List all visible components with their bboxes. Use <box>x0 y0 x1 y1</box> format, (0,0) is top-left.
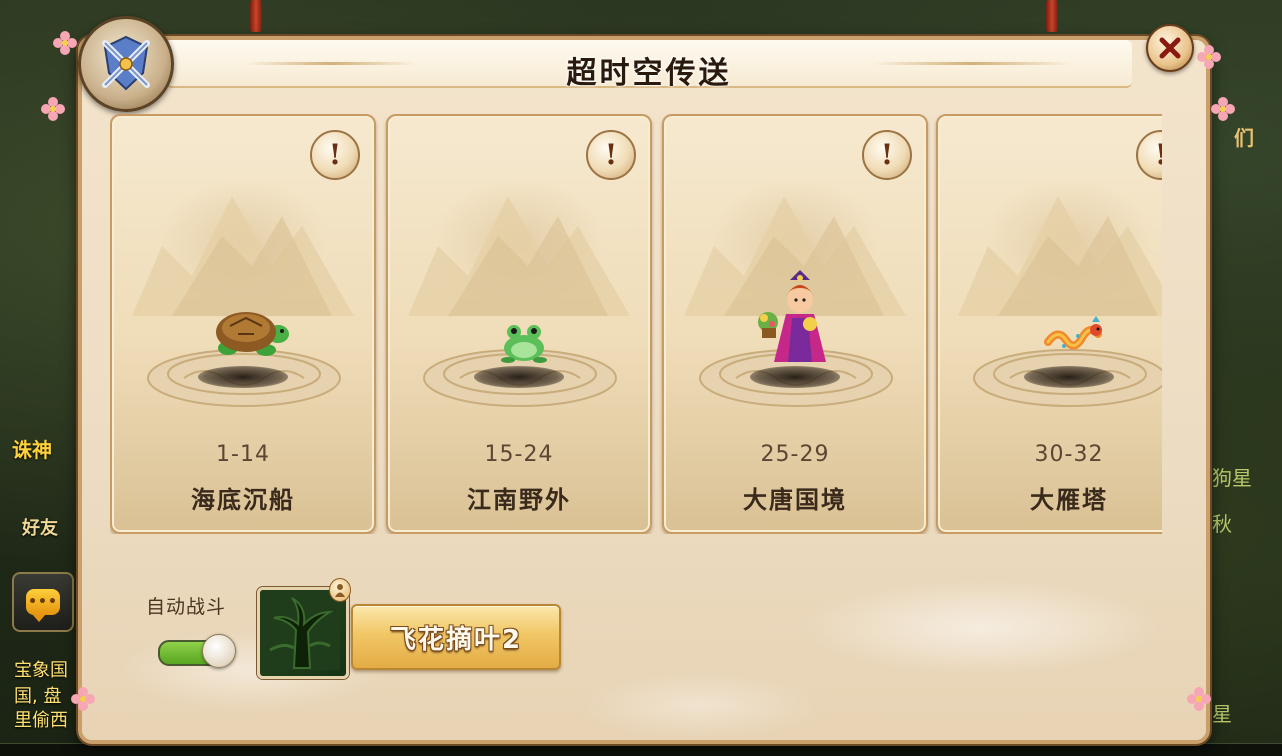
flower-decoration-right <box>1211 97 1235 121</box>
auto-battle-label: 自动战斗 <box>146 596 227 618</box>
red-pillar-right <box>1046 0 1058 32</box>
map-level-range: 30-32 <box>1034 442 1104 467</box>
info-button[interactable]: ! <box>586 130 636 180</box>
creature-shadow <box>198 366 288 388</box>
map-card-dayan-ta[interactable]: ! 30-32 大雁塔 <box>936 114 1162 534</box>
chat-button[interactable]: ••• <box>12 572 74 632</box>
toggle-knob <box>202 634 236 668</box>
info-button[interactable]: ! <box>862 130 912 180</box>
mountain-backdrop <box>132 196 354 316</box>
close-x-icon <box>1159 37 1181 59</box>
title-bar: 超时空传送 <box>166 40 1132 91</box>
bottom-status-bar <box>0 743 1282 756</box>
map-card-haidi-chenchuan[interactable]: ! 1-14 海底沉船 <box>110 114 376 534</box>
bg-chat-line-1: 宝象国 <box>14 660 68 681</box>
map-card-list[interactable]: ! 1-14 海底沉船 ! 15-24 江南野外 ! 25-29 大唐国境 30… <box>110 114 1162 534</box>
close-button[interactable] <box>1146 24 1194 72</box>
mountain-backdrop <box>408 196 630 316</box>
info-button[interactable]: ! <box>310 130 360 180</box>
flower-decoration-bottom-left <box>71 687 95 711</box>
bg-chat-line-3: 里偷西 <box>14 710 68 731</box>
flower-decoration-top-right <box>1197 45 1221 69</box>
bg-chat-line-2: 国, 盘 <box>14 686 62 707</box>
emblem-graphic <box>102 35 150 91</box>
creature-shadow <box>474 366 564 388</box>
map-name: 江南野外 <box>467 486 571 514</box>
auto-battle-toggle[interactable] <box>158 634 236 668</box>
bg-text-right-3: 星 <box>1212 702 1232 726</box>
bg-text-right-4: 们 <box>1234 126 1254 150</box>
bg-text-right-2: 秋 <box>1212 512 1232 536</box>
creature-shadow <box>1024 366 1114 388</box>
red-pillar-left <box>250 0 262 32</box>
panel-title: 超时空传送 <box>566 56 732 91</box>
exclamation-icon: ! <box>880 138 894 171</box>
turtle-sprite-icon <box>216 312 289 356</box>
skill-name: 飞花摘叶2 <box>389 624 523 655</box>
mountain-backdrop <box>958 196 1162 316</box>
map-name: 大雁塔 <box>1030 486 1108 514</box>
bg-text-zhushen: 诛神 <box>12 438 52 462</box>
map-card-datang-guojing[interactable]: ! 25-29 大唐国境 <box>662 114 928 534</box>
flower-decoration-top-left <box>53 31 77 55</box>
flower-girl-sprite-icon <box>758 270 826 362</box>
exclamation-icon: ! <box>328 138 342 171</box>
exclamation-icon: ! <box>604 138 618 171</box>
map-level-range: 15-24 <box>484 442 554 467</box>
crossed-swords-shield-icon <box>78 16 174 112</box>
flower-decoration-left <box>41 97 65 121</box>
creature-shadow <box>750 366 840 388</box>
flower-decoration-bottom-right <box>1187 687 1211 711</box>
chat-bubble-icon: ••• <box>26 589 60 622</box>
map-name: 海底沉船 <box>191 486 295 514</box>
map-card-jiangnan-yewai[interactable]: ! 15-24 江南野外 <box>386 114 652 534</box>
bg-text-friends: 好友 <box>22 518 58 539</box>
skill-select-button[interactable]: 飞花摘叶2 <box>351 604 561 670</box>
map-level-range: 1-14 <box>216 442 270 467</box>
exclamation-icon: ! <box>1155 141 1162 169</box>
dragon-sprite-icon <box>1044 316 1102 350</box>
person-icon <box>329 578 351 602</box>
tree-skill-graphic <box>260 590 340 670</box>
bg-text-right-1: 狗星 <box>1212 466 1252 490</box>
map-level-range: 25-29 <box>760 442 830 467</box>
frog-sprite-icon <box>501 325 547 363</box>
map-name: 大唐国境 <box>743 486 847 514</box>
